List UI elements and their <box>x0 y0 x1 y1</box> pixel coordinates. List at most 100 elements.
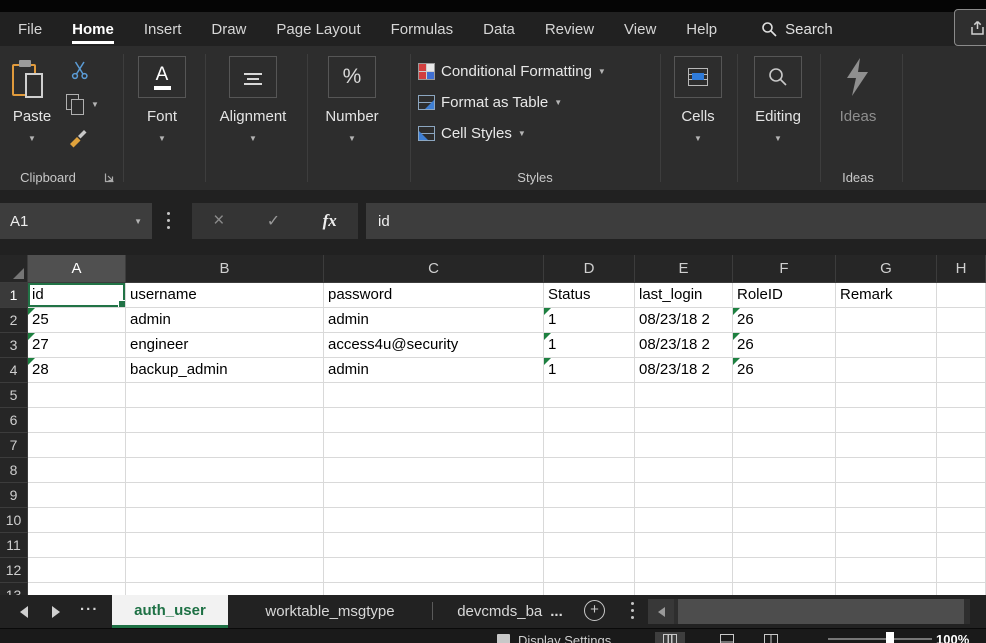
menu-help[interactable]: Help <box>686 15 717 44</box>
row-header-2[interactable]: 2 <box>0 308 28 333</box>
cell-D4[interactable]: 1 <box>544 358 635 383</box>
share-button[interactable] <box>954 9 986 46</box>
zoom-slider[interactable] <box>828 638 932 640</box>
cell-B2[interactable]: admin <box>126 308 324 333</box>
cell-E1[interactable]: last_login <box>635 283 733 308</box>
tab-bar-options-icon[interactable] <box>631 602 634 623</box>
editing-dropdown-caret[interactable]: ▼ <box>730 134 826 143</box>
cell-H6[interactable] <box>937 408 986 433</box>
zoom-level[interactable]: 100% <box>936 632 969 643</box>
sheet-tab-auth-user[interactable]: auth_user <box>112 595 228 628</box>
cell-E8[interactable] <box>635 458 733 483</box>
editing-group-button[interactable] <box>754 56 802 98</box>
cell-G7[interactable] <box>836 433 937 458</box>
alignment-dropdown-caret[interactable]: ▼ <box>200 134 306 143</box>
cell-C4[interactable]: admin <box>324 358 544 383</box>
sheet-tab-worktable-msgtype[interactable]: worktable_msgtype <box>228 595 432 628</box>
name-box[interactable]: A1 ▼ <box>0 203 152 239</box>
cancel-icon[interactable]: × <box>213 210 224 232</box>
cell-A7[interactable] <box>28 433 126 458</box>
cell-H10[interactable] <box>937 508 986 533</box>
cell-styles-button[interactable]: Cell Styles ▼ <box>418 121 526 146</box>
cell-B5[interactable] <box>126 383 324 408</box>
alignment-group-button[interactable] <box>229 56 277 98</box>
cell-H1[interactable] <box>937 283 986 308</box>
cell-G5[interactable] <box>836 383 937 408</box>
cell-E12[interactable] <box>635 558 733 583</box>
cell-B4[interactable]: backup_admin <box>126 358 324 383</box>
menu-file[interactable]: File <box>18 15 42 44</box>
cell-C13[interactable] <box>324 583 544 595</box>
cell-F13[interactable] <box>733 583 836 595</box>
cell-F5[interactable] <box>733 383 836 408</box>
sheet-tab-devcmds[interactable]: devcmds_ba ... <box>440 595 580 628</box>
cell-G12[interactable] <box>836 558 937 583</box>
row-header-1[interactable]: 1 <box>0 283 28 308</box>
copy-dropdown-caret[interactable]: ▼ <box>91 100 99 109</box>
formula-bar-drag-handle[interactable] <box>167 212 170 233</box>
col-header-G[interactable]: G <box>836 255 937 283</box>
cell-A6[interactable] <box>28 408 126 433</box>
cell-A4[interactable]: 28 <box>28 358 126 383</box>
cell-A12[interactable] <box>28 558 126 583</box>
cell-B6[interactable] <box>126 408 324 433</box>
clipboard-dialog-launcher-icon[interactable] <box>104 172 115 183</box>
cell-H5[interactable] <box>937 383 986 408</box>
cell-G11[interactable] <box>836 533 937 558</box>
cell-H3[interactable] <box>937 333 986 358</box>
number-group-label[interactable]: Number <box>320 108 384 125</box>
menu-review[interactable]: Review <box>545 15 594 44</box>
cell-G8[interactable] <box>836 458 937 483</box>
font-group-button[interactable]: A <box>138 56 186 98</box>
menu-data[interactable]: Data <box>483 15 515 44</box>
cell-F7[interactable] <box>733 433 836 458</box>
cell-B7[interactable] <box>126 433 324 458</box>
col-header-D[interactable]: D <box>544 255 635 283</box>
cell-C7[interactable] <box>324 433 544 458</box>
cell-F1[interactable]: RoleID <box>733 283 836 308</box>
cell-D12[interactable] <box>544 558 635 583</box>
col-header-E[interactable]: E <box>635 255 733 283</box>
row-header-12[interactable]: 12 <box>0 558 28 583</box>
row-header-6[interactable]: 6 <box>0 408 28 433</box>
cell-B1[interactable]: username <box>126 283 324 308</box>
cell-A10[interactable] <box>28 508 126 533</box>
row-header-13[interactable]: 13 <box>0 583 28 595</box>
cell-A5[interactable] <box>28 383 126 408</box>
cell-A1[interactable]: id <box>28 283 126 308</box>
cell-F12[interactable] <box>733 558 836 583</box>
name-box-caret-icon[interactable]: ▼ <box>134 217 142 226</box>
cell-C2[interactable]: admin <box>324 308 544 333</box>
cell-F3[interactable]: 26 <box>733 333 836 358</box>
cell-H12[interactable] <box>937 558 986 583</box>
zoom-slider-thumb[interactable] <box>886 632 894 643</box>
cell-H13[interactable] <box>937 583 986 595</box>
cell-A2[interactable]: 25 <box>28 308 126 333</box>
cell-H9[interactable] <box>937 483 986 508</box>
row-header-3[interactable]: 3 <box>0 333 28 358</box>
horizontal-scrollbar[interactable] <box>648 599 970 624</box>
menu-view[interactable]: View <box>624 15 656 44</box>
cell-D10[interactable] <box>544 508 635 533</box>
cell-H11[interactable] <box>937 533 986 558</box>
cell-F11[interactable] <box>733 533 836 558</box>
cell-A9[interactable] <box>28 483 126 508</box>
col-header-B[interactable]: B <box>126 255 324 283</box>
cell-H7[interactable] <box>937 433 986 458</box>
formula-input[interactable]: id <box>366 203 986 239</box>
cell-C8[interactable] <box>324 458 544 483</box>
sheet-nav-right-icon[interactable] <box>52 606 60 618</box>
normal-view-button[interactable] <box>655 632 685 643</box>
cell-C3[interactable]: access4u@security <box>324 333 544 358</box>
format-painter-button[interactable] <box>66 126 90 150</box>
cells-group-button[interactable] <box>674 56 722 98</box>
menu-page-layout[interactable]: Page Layout <box>276 15 360 44</box>
cell-F4[interactable]: 26 <box>733 358 836 383</box>
sheet-nav-left-icon[interactable] <box>20 606 28 618</box>
cell-A8[interactable] <box>28 458 126 483</box>
row-header-4[interactable]: 4 <box>0 358 28 383</box>
cell-G1[interactable]: Remark <box>836 283 937 308</box>
cell-B12[interactable] <box>126 558 324 583</box>
cell-C11[interactable] <box>324 533 544 558</box>
menu-formulas[interactable]: Formulas <box>391 15 454 44</box>
